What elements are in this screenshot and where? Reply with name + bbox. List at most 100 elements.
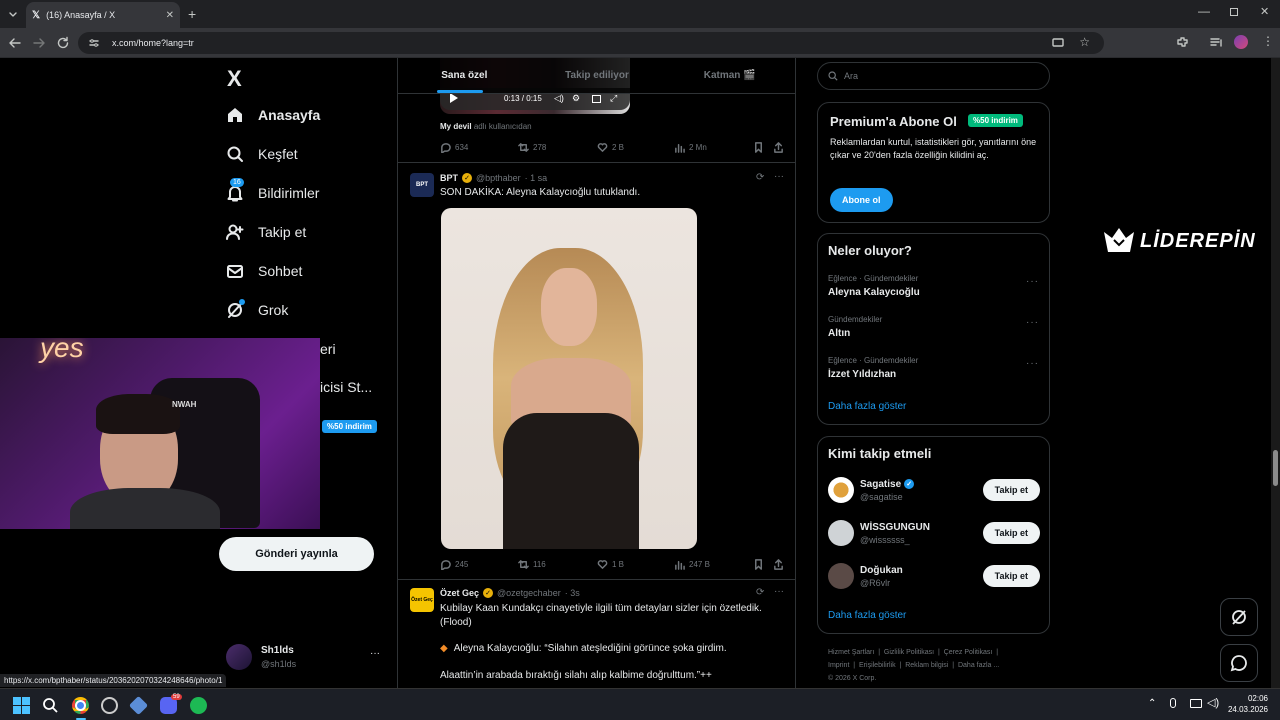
post-ozet[interactable]: Özet Geç Özet Geç ✓ @ozetgechaber · 3s ⟳… xyxy=(398,580,795,688)
cast-icon[interactable] xyxy=(1052,37,1064,49)
trends-show-more[interactable]: Daha fazla göster xyxy=(828,401,906,412)
footer-link[interactable]: Gizlilik Politikası xyxy=(884,649,934,656)
forward-button[interactable] xyxy=(32,36,46,50)
messages-float-button[interactable] xyxy=(1220,644,1258,682)
nav-item-creator-studio[interactable]: icisi St... xyxy=(320,379,372,395)
back-button[interactable] xyxy=(8,36,22,50)
grok-float-button[interactable] xyxy=(1220,598,1258,636)
footer-link[interactable]: Daha fazla ... xyxy=(958,662,999,669)
chrome-icon[interactable] xyxy=(72,697,89,714)
post-author[interactable]: Özet Geç xyxy=(440,588,479,598)
post-button[interactable]: Gönderi yayınla xyxy=(219,537,374,571)
tab-close-icon[interactable]: ✕ xyxy=(166,10,174,21)
caption-user[interactable]: My devil xyxy=(440,122,472,131)
extensions-icon[interactable] xyxy=(1176,36,1189,49)
tab-for-you[interactable]: Sana özel xyxy=(398,58,531,93)
volume-icon[interactable]: ◁) xyxy=(1207,696,1219,709)
search-icon[interactable] xyxy=(42,697,59,714)
settings-icon[interactable]: ⚙ xyxy=(572,93,580,104)
post-more-icon[interactable]: ··· xyxy=(774,171,784,182)
post-time[interactable]: · 3s xyxy=(565,588,580,598)
bookmark-icon[interactable] xyxy=(753,559,764,570)
bookmark-icon[interactable] xyxy=(753,142,764,153)
like-button[interactable]: 1 B xyxy=(597,559,624,570)
windows-start-icon[interactable] xyxy=(13,697,30,714)
trend-more-icon[interactable]: ··· xyxy=(1026,317,1039,328)
footer-link[interactable]: Hizmet Şartları xyxy=(828,649,874,656)
account-switcher[interactable]: Sh1lds @sh1lds ··· xyxy=(226,642,384,672)
views-button[interactable]: 247 B xyxy=(674,559,710,570)
nav-item-grok[interactable]: Grok xyxy=(226,299,288,319)
nav-item-chat[interactable]: Sohbet xyxy=(226,262,302,280)
follow-suggestion[interactable]: Sagatise ✓ @sagatise Takip et xyxy=(828,477,1040,503)
follow-suggestion[interactable]: WİSSGUNGUN @wissssss_ Takip et xyxy=(828,520,1040,546)
avatar-ozet[interactable]: Özet Geç xyxy=(410,588,434,612)
play-icon[interactable] xyxy=(450,93,458,103)
reply-button[interactable]: 634 xyxy=(440,142,468,153)
browser-tab[interactable]: 𝕏 (16) Anasayfa / X ✕ xyxy=(26,2,180,28)
search-box[interactable]: Ara xyxy=(817,62,1050,90)
footer-link[interactable]: Reklam bilgisi xyxy=(905,662,948,669)
app-icon[interactable] xyxy=(101,697,118,714)
bookmark-star-icon[interactable]: ☆ xyxy=(1079,35,1090,49)
tab-following[interactable]: Takip ediliyor xyxy=(531,58,664,93)
post-handle[interactable]: @bpthaber xyxy=(476,173,521,183)
minimize-button[interactable]: — xyxy=(1198,4,1210,18)
like-button[interactable]: 2 B xyxy=(597,142,624,153)
tab-list-button[interactable] xyxy=(6,7,20,21)
nav-item-lists[interactable]: eri xyxy=(320,341,336,357)
avatar-bpt[interactable]: BPT xyxy=(410,173,434,197)
nav-item-home[interactable]: Anasayfa xyxy=(226,106,320,124)
volume-icon[interactable]: ◁) xyxy=(554,93,564,104)
network-icon[interactable] xyxy=(1190,699,1202,708)
post-handle[interactable]: @ozetgechaber xyxy=(497,588,561,598)
nav-item-notifications[interactable]: 16 Bildirimler xyxy=(226,178,319,202)
reload-button[interactable] xyxy=(56,36,70,50)
close-window-button[interactable]: ✕ xyxy=(1260,5,1269,18)
reply-button[interactable]: 245 xyxy=(440,559,468,570)
clock[interactable]: 02:06 24.03.2026 xyxy=(1226,693,1268,715)
tab-katman[interactable]: Katman 🎬 xyxy=(663,58,795,93)
who-show-more[interactable]: Daha fazla göster xyxy=(828,610,906,621)
repost-button[interactable]: 278 xyxy=(518,142,546,153)
share-icon[interactable] xyxy=(773,142,784,153)
trend-more-icon[interactable]: ··· xyxy=(1026,276,1039,287)
pip-icon[interactable] xyxy=(592,95,601,103)
new-tab-button[interactable]: + xyxy=(188,6,196,22)
media-control-icon[interactable] xyxy=(1210,36,1223,49)
address-bar[interactable]: x.com/home?lang=tr ☆ xyxy=(78,32,1104,54)
post-bpt[interactable]: BPT BPT ✓ @bpthaber · 1 sa ⟳ ··· SON DAK… xyxy=(398,163,795,579)
nav-item-follow[interactable]: Takip et xyxy=(226,223,306,241)
follow-suggestion[interactable]: Doğukan @R6vlr Takip et xyxy=(828,563,1040,589)
follow-button[interactable]: Takip et xyxy=(982,522,1040,544)
follow-button[interactable]: Takip et xyxy=(982,565,1040,587)
footer-link[interactable]: Imprint xyxy=(828,662,849,669)
mic-icon[interactable] xyxy=(1170,698,1176,708)
share-icon[interactable] xyxy=(773,559,784,570)
page-scrollbar[interactable] xyxy=(1271,58,1280,688)
fullscreen-icon[interactable]: ⤢ xyxy=(610,93,617,104)
trend-item[interactable]: Eğlence · Gündemdekiler İzzet Yıldızhan xyxy=(828,356,918,380)
site-info-icon[interactable] xyxy=(88,37,100,49)
post-image[interactable] xyxy=(441,208,697,549)
nav-item-explore[interactable]: Keşfet xyxy=(226,145,298,163)
trend-item[interactable]: Eğlence · Gündemdekiler Aleyna Kalaycıoğl… xyxy=(828,274,920,298)
trend-more-icon[interactable]: ··· xyxy=(1026,358,1039,369)
footer-link[interactable]: Çerez Politikası xyxy=(944,649,993,656)
profile-avatar-icon[interactable] xyxy=(1234,35,1248,49)
tray-chevron-icon[interactable]: ⌃ xyxy=(1148,698,1156,709)
grok-post-icon[interactable]: ⟳ xyxy=(756,587,764,598)
follow-button[interactable]: Takip et xyxy=(982,479,1040,501)
maximize-button[interactable] xyxy=(1230,8,1238,16)
x-logo-icon[interactable]: X xyxy=(227,66,242,92)
footer-link[interactable]: Erişilebilirlik xyxy=(859,662,896,669)
post-more-icon[interactable]: ··· xyxy=(774,586,784,597)
trend-item[interactable]: Gündemdekiler Altın xyxy=(828,315,882,339)
spotify-icon[interactable] xyxy=(190,697,207,714)
post-author[interactable]: BPT xyxy=(440,173,458,183)
grok-post-icon[interactable]: ⟳ xyxy=(756,172,764,183)
app-icon[interactable] xyxy=(128,695,149,716)
browser-menu-icon[interactable]: ⋮ xyxy=(1262,34,1274,48)
scrollbar-thumb[interactable] xyxy=(1273,450,1278,486)
subscribe-button[interactable]: Abone ol xyxy=(830,188,893,212)
